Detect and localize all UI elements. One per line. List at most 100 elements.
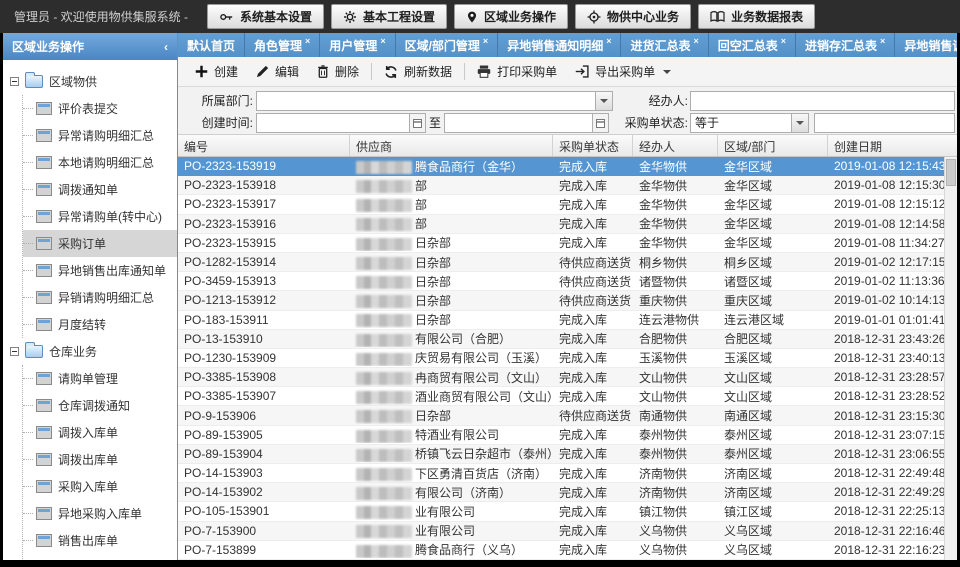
table-row[interactable]: PO-3459-153913日杂部待供应商送货诸暨物供诸暨区域2019-01-0… bbox=[178, 272, 957, 291]
tab[interactable]: 角色管理× bbox=[245, 33, 320, 57]
tree-item[interactable]: 本地请购明细汇总 bbox=[23, 149, 177, 176]
department-input[interactable] bbox=[257, 92, 595, 110]
table-row[interactable]: PO-2323-153917部完成入库金华物供金华区域2019-01-08 12… bbox=[178, 195, 957, 214]
tree-item[interactable]: 异常请购明细汇总 bbox=[23, 122, 177, 149]
table-row[interactable]: PO-7-153899腾食品商行（义乌）完成入库义乌物供义乌区域2018-12-… bbox=[178, 541, 957, 560]
tab[interactable]: 异地销售调整明细× bbox=[895, 33, 957, 57]
redacted-supplier-block bbox=[356, 314, 412, 327]
tab[interactable]: 异地销售通知明细× bbox=[498, 33, 621, 57]
tree-item[interactable]: 异销请购明细汇总 bbox=[23, 284, 177, 311]
table-row[interactable]: PO-2323-153915日杂部完成入库金华物供金华区域2019-01-08 … bbox=[178, 234, 957, 253]
department-dropdown-button[interactable] bbox=[595, 92, 612, 110]
status-operator-dropdown-button[interactable] bbox=[791, 114, 808, 132]
table-row[interactable]: PO-2323-153919腾食品商行（金华）完成入库金华物供金华区域2019-… bbox=[178, 157, 957, 176]
vertical-scrollbar[interactable] bbox=[944, 157, 957, 560]
status-cell: 完成入库 bbox=[553, 349, 633, 366]
table-row[interactable]: PO-1230-153909庆贸易有限公司（玉溪）完成入库玉溪物供玉溪区域201… bbox=[178, 349, 957, 368]
region-cell: 义乌区域 bbox=[718, 522, 828, 539]
table-row[interactable]: PO-2323-153918部完成入库金华物供金华区域2019-01-08 12… bbox=[178, 176, 957, 195]
table-row[interactable]: PO-183-153911日杂部完成入库连云港物供连云港区域2019-01-01… bbox=[178, 311, 957, 330]
tab[interactable]: 回空汇总表× bbox=[709, 33, 796, 57]
tree-item[interactable]: 调拨入库单 bbox=[23, 419, 177, 446]
toolbar-button[interactable]: 删除 bbox=[308, 60, 368, 84]
supplier-text: 下区勇清百货店（济南） bbox=[415, 467, 547, 481]
table-row[interactable]: PO-14-153903下区勇清百货店（济南）完成入库济南物供济南区域2018-… bbox=[178, 464, 957, 483]
tab-close-icon[interactable]: × bbox=[483, 36, 488, 46]
tree-item[interactable]: 调拨出库单 bbox=[23, 446, 177, 473]
table-row[interactable]: PO-13-153910有限公司（合肥）完成入库合肥物供合肥区域2018-12-… bbox=[178, 330, 957, 349]
tab[interactable]: 用户管理× bbox=[320, 33, 395, 57]
top-menu-button[interactable]: 基本工程设置 bbox=[331, 4, 447, 29]
tab[interactable]: 进货汇总表× bbox=[621, 33, 708, 57]
calendar-button[interactable] bbox=[592, 114, 608, 132]
status-value-input[interactable] bbox=[815, 114, 954, 132]
table-row[interactable]: PO-14-153902有限公司（济南）完成入库济南物供济南区域2018-12-… bbox=[178, 483, 957, 502]
toolbar-button[interactable]: 创建 bbox=[186, 60, 247, 84]
table-row[interactable]: PO-105-153901业有限公司完成入库镇江物供镇江区域2018-12-31… bbox=[178, 502, 957, 521]
table-row[interactable]: PO-2323-153916部完成入库金华物供金华区域2019-01-08 12… bbox=[178, 215, 957, 234]
column-header[interactable]: 供应商 bbox=[350, 135, 553, 156]
tab-close-icon[interactable]: × bbox=[693, 36, 698, 46]
table-row[interactable]: PO-89-153904桥镇飞云日杂超市（泰州）完成入库泰州物供泰州区域2018… bbox=[178, 445, 957, 464]
operator-cell: 金华物供 bbox=[633, 158, 718, 175]
tree-expander-icon[interactable] bbox=[10, 347, 19, 356]
calendar-button[interactable] bbox=[409, 114, 425, 132]
status-cell: 待供应商送货 bbox=[553, 407, 633, 424]
toolbar-button[interactable]: 导出采购单 bbox=[566, 60, 680, 84]
toolbar-button[interactable]: 刷新数据 bbox=[375, 60, 461, 84]
tree-item[interactable]: 销售出库单 bbox=[23, 527, 177, 554]
table-row[interactable]: PO-89-153905特酒业有限公司完成入库泰州物供泰州区域2018-12-3… bbox=[178, 426, 957, 445]
tree-item[interactable]: 异地销售出库 bbox=[23, 554, 177, 560]
tab[interactable]: 默认首页 bbox=[178, 33, 245, 57]
top-menu-button[interactable]: 业务数据报表 bbox=[698, 4, 815, 29]
tree-expander-icon[interactable] bbox=[10, 77, 19, 86]
created-date-cell: 2019-01-08 12:14:58 bbox=[828, 217, 944, 231]
column-header[interactable]: 编号 bbox=[178, 135, 350, 156]
tree-item[interactable]: 采购订单 bbox=[23, 230, 177, 257]
toolbar-button[interactable]: 打印采购单 bbox=[468, 60, 566, 84]
top-menu-button[interactable]: 系统基本设置 bbox=[207, 4, 324, 29]
tree-item[interactable]: 异常请购单(转中心) bbox=[23, 203, 177, 230]
tree-item[interactable]: 调拨通知单 bbox=[23, 176, 177, 203]
table-row[interactable]: PO-3385-153908冉商贸有限公司（文山）完成入库文山物供文山区域201… bbox=[178, 368, 957, 387]
top-menu-button[interactable]: 区域业务操作 bbox=[454, 4, 568, 29]
column-header[interactable]: 区域/部门 bbox=[718, 135, 828, 156]
created-to-input[interactable] bbox=[445, 114, 592, 132]
plus-icon bbox=[195, 65, 208, 78]
tab-close-icon[interactable]: × bbox=[606, 36, 611, 46]
tree-item[interactable]: 月度结转 bbox=[23, 311, 177, 338]
tree-item[interactable]: 采购入库单 bbox=[23, 473, 177, 500]
tree-item[interactable]: 评价表提交 bbox=[23, 95, 177, 122]
operator-input[interactable] bbox=[691, 92, 954, 110]
column-header[interactable]: 创建日期 bbox=[828, 135, 957, 156]
created-date-cell: 2018-12-31 22:16:46 bbox=[828, 524, 944, 538]
supplier-text: 冉商贸有限公司（文山） bbox=[415, 371, 547, 385]
toolbar-button-label: 刷新数据 bbox=[404, 63, 452, 80]
sidebar-collapse-icon[interactable]: ‹ bbox=[164, 40, 168, 54]
tree-item[interactable]: 异地销售出库通知单 bbox=[23, 257, 177, 284]
table-row[interactable]: PO-3385-153907酒业商贸有限公司（文山）完成入库文山物供文山区域20… bbox=[178, 387, 957, 406]
tab[interactable]: 进销存汇总表× bbox=[796, 33, 895, 57]
table-row[interactable]: PO-7-153900业有限公司完成入库义乌物供义乌区域2018-12-31 2… bbox=[178, 522, 957, 541]
created-from-input[interactable] bbox=[257, 114, 409, 132]
tree-group[interactable]: 仓库业务 bbox=[10, 338, 177, 365]
table-row[interactable]: PO-9-153906日杂部待供应商送货南通物供南通区域2018-12-31 2… bbox=[178, 406, 957, 425]
tab-close-icon[interactable]: × bbox=[380, 36, 385, 46]
operator-cell: 诸暨物供 bbox=[633, 273, 718, 290]
column-header[interactable]: 经办人 bbox=[633, 135, 718, 156]
column-header[interactable]: 采购单状态 bbox=[553, 135, 633, 156]
tab-close-icon[interactable]: × bbox=[781, 36, 786, 46]
table-row[interactable]: PO-1213-153912日杂部待供应商送货重庆物供重庆区域2019-01-0… bbox=[178, 291, 957, 310]
tree-group[interactable]: 区域物供 bbox=[10, 68, 177, 95]
tree-item[interactable]: 仓库调拨通知 bbox=[23, 392, 177, 419]
tree-item[interactable]: 异地采购入库单 bbox=[23, 500, 177, 527]
tab-close-icon[interactable]: × bbox=[880, 36, 885, 46]
toolbar-button[interactable]: 编辑 bbox=[247, 60, 308, 84]
tree-item-label: 采购订单 bbox=[58, 235, 106, 252]
tab[interactable]: 区域/部门管理× bbox=[396, 33, 499, 57]
tab-close-icon[interactable]: × bbox=[305, 36, 310, 46]
scrollbar-thumb[interactable] bbox=[946, 159, 956, 186]
table-row[interactable]: PO-1282-153914日杂部待供应商送货桐乡物供桐乡区域2019-01-0… bbox=[178, 253, 957, 272]
tree-item[interactable]: 请购单管理 bbox=[23, 365, 177, 392]
top-menu-button[interactable]: 物供中心业务 bbox=[575, 4, 691, 29]
